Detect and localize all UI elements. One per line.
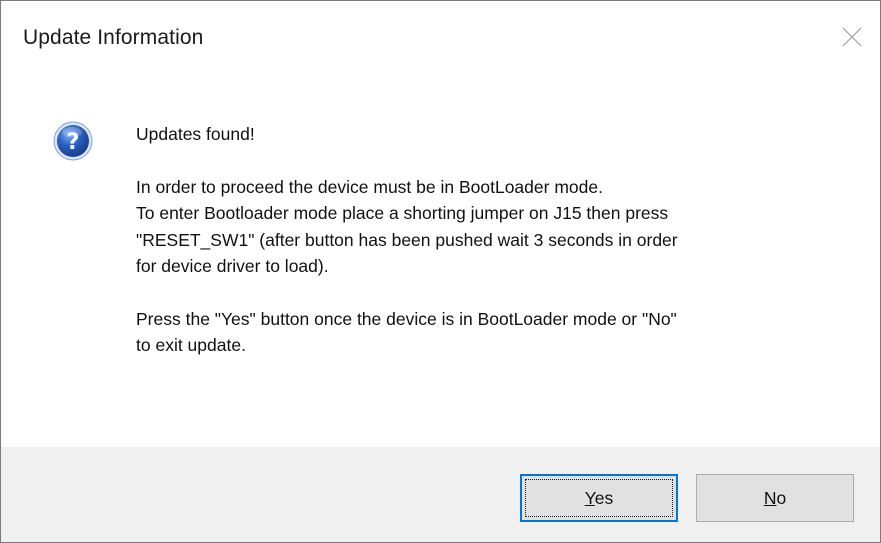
message-line: to exit update. [136,335,246,355]
question-icon: ? [53,121,93,161]
close-button[interactable] [824,1,880,73]
update-information-dialog: Update Information ? Updates found! In o… [0,0,881,543]
window-title: Update Information [23,26,204,49]
yes-button-label: Yes [585,488,614,509]
yes-mnemonic: Y [584,487,595,508]
message-line: Press the "Yes" button once the device i… [136,308,677,329]
title-bar[interactable]: Update Information [1,1,880,73]
yes-label-rest: es [594,487,614,508]
message-headline: Updates found! [136,124,255,144]
message-text: Updates found! In order to proceed the d… [136,121,836,359]
message-line: In order to proceed the device must be i… [136,176,603,197]
button-bar: Yes No [1,447,880,542]
svg-text:?: ? [67,130,80,155]
yes-button[interactable]: Yes [520,474,678,522]
message-area: ? Updates found! In order to proceed the… [1,73,880,447]
no-button[interactable]: No [696,474,854,522]
no-label-rest: o [776,487,787,508]
message-line: "RESET_SW1" (after button has been pushe… [136,229,678,250]
close-icon [842,27,862,47]
no-button-label: No [764,488,786,509]
no-mnemonic: N [763,487,777,508]
message-line: To enter Bootloader mode place a shortin… [136,203,669,223]
message-line: for device driver to load). [136,256,329,276]
